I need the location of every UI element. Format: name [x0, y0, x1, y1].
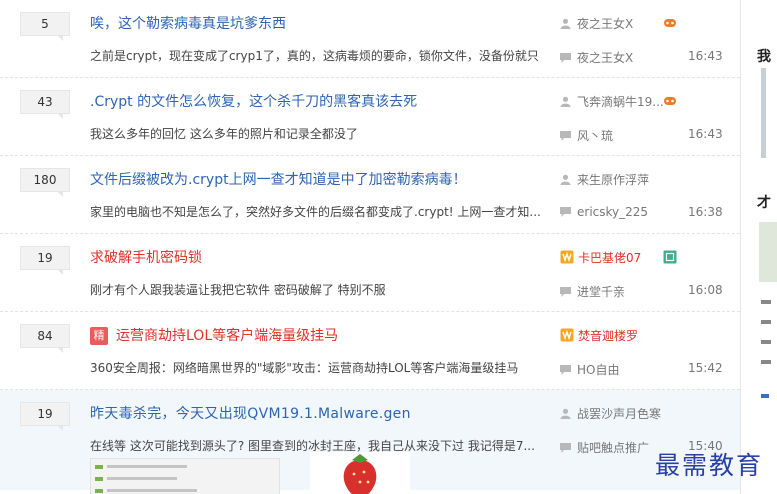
thread-abstract: 刚才有个人跟我装逼让我把它软件 密码破解了 特别不服: [90, 283, 386, 297]
last-replier[interactable]: 贴吧触点推广: [560, 439, 649, 456]
game-badge-icon: [664, 19, 676, 27]
reply-count: 5: [20, 12, 70, 41]
replier-name: 进堂千亲: [577, 285, 626, 299]
last-replier[interactable]: 夜之王女X: [560, 49, 633, 66]
reply-time: 16:43: [688, 49, 723, 63]
person-icon: [560, 96, 571, 107]
reply-count: 84: [20, 324, 70, 353]
image-thumbnail[interactable]: [310, 452, 410, 494]
sidebar-heading: 我: [757, 49, 771, 65]
reply-count: 180: [20, 168, 70, 197]
sidebar-heading: 才: [757, 195, 771, 211]
reply-icon: [560, 365, 571, 375]
screenshot-thumbnail[interactable]: [90, 458, 280, 494]
replier-name: 风丶琉: [577, 129, 614, 143]
reply-count: 19: [20, 246, 70, 275]
reply-icon: [560, 53, 571, 63]
thread-author[interactable]: 战罢沙声月色寒: [560, 405, 661, 422]
strawberry-icon: [343, 454, 377, 494]
thread-author[interactable]: 来生原作浮萍: [560, 171, 649, 188]
forum-page: 5 唉，这个勒索病毒真是坑爹东西 之前是crypt，现在变成了cryp1了，真的…: [0, 0, 777, 494]
sidebar-bar: [761, 68, 766, 158]
replier-name: 贴吧触点推广: [577, 441, 650, 455]
watermark-text: 最需教育: [655, 451, 764, 480]
reply-icon: [560, 443, 571, 453]
thread-abstract: 360安全周报：网络暗黑世界的"域影"攻击：运营商劫持LOL等客户端海量级挂马: [90, 361, 519, 375]
thread-row: 180 文件后缀被改为.crypt上网一查才知道是中了加密勒索病毒！ 家里的电脑…: [0, 156, 740, 234]
author-name: 夜之王女X: [577, 17, 634, 31]
thread-row: 19 昨天毒杀完，今天又出现QVM19.1.Malware.gen 在线等 这次…: [0, 390, 740, 494]
right-sidebar: 我 才: [740, 0, 777, 494]
thread-title[interactable]: 唉，这个勒索病毒真是坑爹东西: [90, 13, 286, 33]
thread-abstract: 家里的电脑也不知是怎么了，突然好多文件的后缀名都变成了.crypt! 上网一查才…: [90, 205, 540, 219]
thread-abstract: 之前是crypt，现在变成了cryp1了，真的，这病毒烦的要命，锁你文件，没备份…: [90, 49, 540, 63]
thread-author[interactable]: 飞奔滴蜗牛19...: [560, 93, 664, 110]
reply-count: 43: [20, 90, 70, 119]
level-badge-icon: [663, 250, 677, 264]
last-replier[interactable]: ericsky_225: [560, 205, 648, 219]
author-name: 战罢沙声月色寒: [577, 407, 662, 421]
author-name: 卡巴基佬07: [578, 251, 642, 265]
thread-row: 19 求破解手机密码锁 刚才有个人跟我装逼让我把它软件 密码破解了 特别不服 卡…: [0, 234, 740, 312]
reply-icon: [560, 287, 571, 297]
replier-name: 夜之王女X: [577, 51, 634, 65]
thread-author[interactable]: 卡巴基佬07: [560, 249, 641, 266]
last-replier[interactable]: HO自由: [560, 361, 619, 378]
vip-member-icon: [560, 328, 574, 342]
thread-row: 43 .Crypt 的文件怎么恢复，这个杀千刀的黑客真该去死 我这么多年的回忆 …: [0, 78, 740, 156]
reply-time: 15:42: [688, 361, 723, 375]
reply-count: 19: [20, 402, 70, 431]
thread-title[interactable]: 文件后缀被改为.crypt上网一查才知道是中了加密勒索病毒！: [90, 169, 467, 189]
thread-author[interactable]: 夜之王女X: [560, 15, 633, 32]
sidebar-thumbnail[interactable]: [759, 222, 777, 282]
thread-author[interactable]: 焚音迦楼罗: [560, 327, 638, 344]
thread-row: 5 唉，这个勒索病毒真是坑爹东西 之前是crypt，现在变成了cryp1了，真的…: [0, 0, 740, 78]
thread-title-text: 运营商劫持LOL等客户端海量级挂马: [116, 328, 339, 344]
game-badge-icon: [664, 97, 676, 105]
last-replier[interactable]: 进堂千亲: [560, 283, 625, 300]
thread-abstract: 我这么多年的回忆 这么多年的照片和记录全都没了: [90, 127, 358, 141]
person-icon: [560, 18, 571, 29]
author-name: 来生原作浮萍: [577, 173, 650, 187]
thread-title[interactable]: .Crypt 的文件怎么恢复，这个杀千刀的黑客真该去死: [90, 91, 417, 111]
last-replier[interactable]: 风丶琉: [560, 127, 613, 144]
thread-title[interactable]: 求破解手机密码锁: [90, 247, 202, 267]
author-name: 飞奔滴蜗牛19...: [577, 95, 664, 109]
person-icon: [560, 174, 571, 185]
vip-member-icon: [560, 250, 574, 264]
thread-row: 84 精运营商劫持LOL等客户端海量级挂马 360安全周报：网络暗黑世界的"域影…: [0, 312, 740, 390]
reply-time: 16:43: [688, 127, 723, 141]
thread-title[interactable]: 昨天毒杀完，今天又出现QVM19.1.Malware.gen: [90, 403, 411, 423]
replier-name: HO自由: [577, 363, 620, 377]
reply-time: 16:38: [688, 205, 723, 219]
reply-time: 16:08: [688, 283, 723, 297]
reply-icon: [560, 131, 571, 141]
featured-badge: 精: [90, 327, 108, 345]
thread-list: 5 唉，这个勒索病毒真是坑爹东西 之前是crypt，现在变成了cryp1了，真的…: [0, 0, 740, 494]
person-icon: [560, 408, 571, 419]
reply-icon: [560, 207, 571, 217]
replier-name: ericsky_225: [577, 205, 649, 219]
author-name: 焚音迦楼罗: [578, 329, 639, 343]
thread-title[interactable]: 精运营商劫持LOL等客户端海量级挂马: [90, 325, 338, 345]
